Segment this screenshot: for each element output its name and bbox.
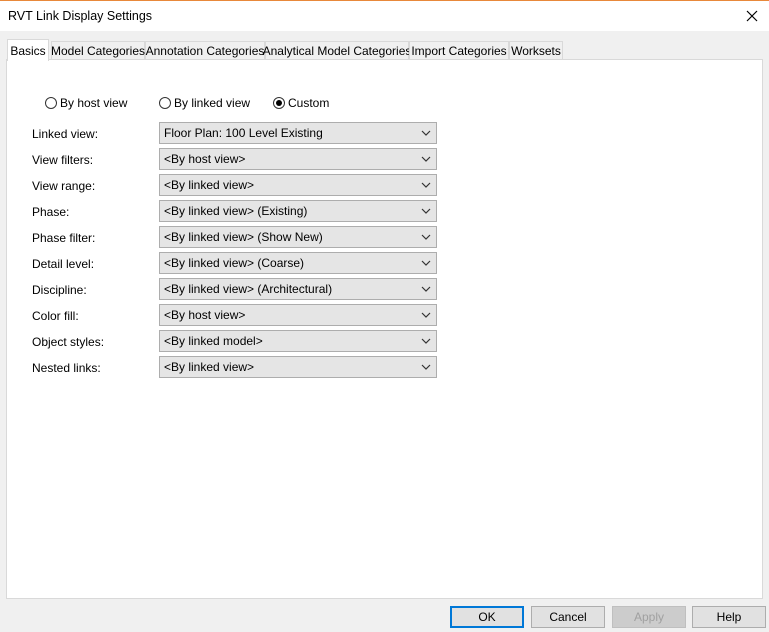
tab-label: Analytical Model Categories — [262, 43, 412, 58]
chevron-down-icon — [416, 253, 436, 273]
chevron-down-icon — [416, 201, 436, 221]
chevron-down-icon — [416, 279, 436, 299]
close-icon — [746, 10, 758, 22]
nested-links-dropdown[interactable]: <By linked view> — [159, 356, 437, 378]
chevron-down-icon — [416, 305, 436, 325]
tab-worksets[interactable]: Worksets — [509, 41, 563, 59]
dropdown-value: <By linked view> (Existing) — [164, 204, 308, 218]
chevron-down-icon — [416, 175, 436, 195]
discipline-label: Discipline: — [32, 283, 87, 297]
tab-label: Model Categories — [50, 43, 146, 58]
button-label: Apply — [633, 610, 665, 624]
dropdown-value: <By linked view> (Architectural) — [164, 282, 333, 296]
ok-button[interactable]: OK — [450, 606, 524, 628]
object-styles-label: Object styles: — [32, 335, 105, 349]
tab-analytical-model-categories[interactable]: Analytical Model Categories — [262, 41, 412, 59]
dropdown-value: Floor Plan: 100 Level Existing — [164, 126, 323, 140]
color-fill-label: Color fill: — [32, 309, 79, 323]
linked-view-dropdown[interactable]: Floor Plan: 100 Level Existing — [159, 122, 437, 144]
cancel-button[interactable]: Cancel — [531, 606, 605, 628]
button-label: Cancel — [549, 610, 587, 624]
close-button[interactable] — [735, 1, 769, 31]
detail-level-label: Detail level: — [32, 257, 95, 271]
tab-label: Worksets — [511, 43, 561, 58]
radio-unchecked-icon — [45, 97, 57, 109]
radio-label: By linked view — [174, 96, 251, 110]
dropdown-value: <By linked view> — [164, 178, 255, 192]
dropdown-value: <By linked view> (Show New) — [164, 230, 323, 244]
window-title: RVT Link Display Settings — [8, 9, 153, 23]
radio-label: Custom — [288, 96, 330, 110]
tab-label: Import Categories — [411, 43, 507, 58]
button-label: OK — [478, 610, 496, 624]
detail-level-dropdown[interactable]: <By linked view> (Coarse) — [159, 252, 437, 274]
chevron-down-icon — [416, 357, 436, 377]
help-button[interactable]: Help — [692, 606, 766, 628]
view-filters-dropdown[interactable]: <By host view> — [159, 148, 437, 170]
title-bar: RVT Link Display Settings — [0, 1, 769, 31]
chevron-down-icon — [416, 123, 436, 143]
radio-custom[interactable]: Custom — [273, 96, 329, 110]
phase-label: Phase: — [32, 205, 70, 219]
dropdown-value: <By linked view> (Coarse) — [164, 256, 305, 270]
phase-filter-label: Phase filter: — [32, 231, 96, 245]
radio-unchecked-icon — [159, 97, 171, 109]
button-label: Help — [716, 610, 742, 624]
nested-links-label: Nested links: — [32, 361, 101, 375]
linked-view-label: Linked view: — [32, 127, 99, 141]
tab-label: Annotation Categories — [145, 43, 265, 58]
tab-annotation-categories[interactable]: Annotation Categories — [145, 41, 265, 59]
dropdown-value: <By host view> — [164, 308, 246, 322]
apply-button[interactable]: Apply — [612, 606, 686, 628]
radio-by-linked-view[interactable]: By linked view — [159, 96, 250, 110]
dropdown-value: <By linked view> — [164, 360, 255, 374]
phase-filter-dropdown[interactable]: <By linked view> (Show New) — [159, 226, 437, 248]
dropdown-value: <By host view> — [164, 152, 246, 166]
tab-model-categories[interactable]: Model Categories — [51, 41, 145, 59]
radio-by-host-view[interactable]: By host view — [45, 96, 127, 110]
chevron-down-icon — [416, 331, 436, 351]
tab-basics[interactable]: Basics — [7, 39, 49, 61]
chevron-down-icon — [416, 149, 436, 169]
dropdown-value: <By linked model> — [164, 334, 263, 348]
chevron-down-icon — [416, 227, 436, 247]
object-styles-dropdown[interactable]: <By linked model> — [159, 330, 437, 352]
tab-label: Basics — [10, 43, 46, 58]
radio-label: By host view — [60, 96, 128, 110]
view-range-dropdown[interactable]: <By linked view> — [159, 174, 437, 196]
view-range-label: View range: — [32, 179, 96, 193]
view-filters-label: View filters: — [32, 153, 94, 167]
radio-checked-icon — [273, 97, 285, 109]
discipline-dropdown[interactable]: <By linked view> (Architectural) — [159, 278, 437, 300]
tab-import-categories[interactable]: Import Categories — [409, 41, 509, 59]
color-fill-dropdown[interactable]: <By host view> — [159, 304, 437, 326]
phase-dropdown[interactable]: <By linked view> (Existing) — [159, 200, 437, 222]
